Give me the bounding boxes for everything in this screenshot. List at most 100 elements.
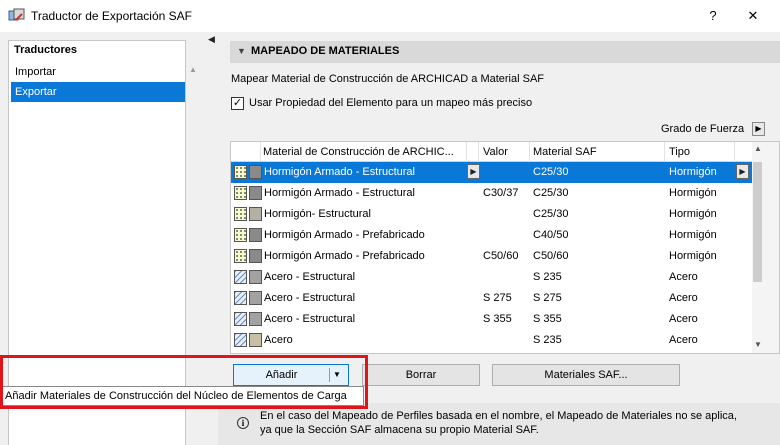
surface-color-swatch — [249, 186, 262, 200]
table-row[interactable]: Acero S 235 Acero — [231, 330, 752, 351]
cell-saf: S 235 — [533, 271, 562, 283]
cell-material: Acero — [264, 334, 293, 346]
surface-color-swatch — [249, 207, 262, 221]
info-area: i En el caso del Mapeado de Perfiles bas… — [218, 403, 780, 445]
window-title: Traductor de Exportación SAF — [31, 9, 192, 23]
cell-valor: S 355 — [483, 313, 512, 325]
cell-saf: C50/60 — [533, 250, 569, 262]
cell-valor: C30/37 — [483, 187, 519, 199]
section-title: MAPEADO DE MATERIALES — [251, 45, 400, 57]
info-line: ya que la Sección SAF almacena su propio… — [260, 424, 539, 436]
sidebar-item-importar[interactable]: Importar — [11, 62, 185, 82]
row-arrow-button[interactable]: ▶ — [736, 164, 749, 179]
cell-tipo: Hormigón — [669, 229, 717, 241]
material-mapping-table: Material de Construcción de ARCHIC... Va… — [230, 141, 780, 354]
table-row[interactable]: Hormigón Armado - Prefabricado C40/50 Horm… — [231, 225, 752, 246]
title-bar: Traductor de Exportación SAF ? ✕ — [0, 0, 780, 32]
app-icon — [8, 8, 25, 21]
element-property-checkbox[interactable]: ✓ — [231, 97, 244, 110]
surface-color-swatch — [249, 270, 262, 284]
cell-saf: C25/30 — [533, 166, 569, 178]
sidebar-item-label: Importar — [15, 66, 56, 78]
row-arrow-button[interactable]: ▶ — [467, 164, 480, 179]
cell-saf: C25/30 — [533, 208, 569, 220]
steel-hatch-icon — [234, 312, 247, 326]
help-button[interactable]: ? — [702, 6, 724, 26]
cell-saf: C40/50 — [533, 229, 569, 241]
cell-saf: S 275 — [533, 292, 562, 304]
surface-color-swatch — [249, 249, 262, 263]
surface-color-swatch — [249, 333, 262, 347]
surface-color-swatch — [249, 312, 262, 326]
cell-tipo: Acero — [669, 271, 698, 283]
info-text: En el caso del Mapeado de Perfiles basad… — [260, 409, 737, 437]
grado-fuerza-label: Grado de Fuerza — [661, 123, 745, 135]
cell-saf: S 235 — [533, 334, 562, 346]
cell-material: Hormigón Armado - Estructural — [264, 166, 415, 178]
sidebar-item-exportar[interactable]: Exportar — [11, 82, 185, 102]
cell-material: Hormigón- Estructural — [264, 208, 371, 220]
steel-hatch-icon — [234, 270, 247, 284]
cell-saf: C25/30 — [533, 187, 569, 199]
surface-color-swatch — [249, 165, 262, 179]
column-header-material[interactable]: Material de Construcción de ARCHIC... — [263, 146, 454, 158]
collapse-left-icon[interactable]: ◀ — [208, 34, 216, 44]
grado-fuerza-arrow-button[interactable]: ▶ — [752, 122, 765, 136]
table-row[interactable]: Acero - Estructural S 355 S 355 Acero — [231, 309, 752, 330]
concrete-hatch-icon — [234, 165, 247, 179]
cell-material: Acero - Estructural — [264, 292, 356, 304]
scroll-up-icon[interactable]: ▲ — [754, 144, 762, 153]
column-separator — [734, 142, 735, 162]
table-row[interactable]: Hormigón Armado - Prefabricado C50/60 C50/… — [231, 246, 752, 267]
concrete-hatch-icon — [234, 186, 247, 200]
column-separator — [466, 142, 467, 162]
cell-tipo: Hormigón — [669, 250, 717, 262]
steel-hatch-icon — [234, 291, 247, 305]
highlight-box — [0, 355, 368, 409]
saf-materials-button[interactable]: Materiales SAF... — [492, 364, 680, 386]
cell-valor: S 275 — [483, 292, 512, 304]
scroll-up-icon[interactable]: ▲ — [189, 65, 198, 74]
cell-tipo: Acero — [669, 292, 698, 304]
column-header-valor[interactable]: Valor — [483, 146, 508, 158]
expand-down-icon[interactable]: ▼ — [237, 46, 246, 56]
info-icon: i — [237, 417, 249, 429]
section-header[interactable]: ▼ MAPEADO DE MATERIALES — [230, 41, 780, 63]
cell-material: Hormigón Armado - Estructural — [264, 187, 415, 199]
close-button[interactable]: ✕ — [742, 6, 764, 26]
cell-valor: C50/60 — [483, 250, 519, 262]
translators-header: Traductores — [14, 44, 77, 56]
cell-material: Acero - Estructural — [264, 271, 356, 283]
checkbox-label: Usar Propiedad del Elemento para un mape… — [249, 97, 533, 109]
concrete-hatch-icon — [234, 249, 247, 263]
cell-material: Acero - Estructural — [264, 313, 356, 325]
cell-tipo: Acero — [669, 334, 698, 346]
column-header-tipo[interactable]: Tipo — [669, 146, 690, 158]
cell-tipo: Hormigón — [669, 166, 717, 178]
cell-material: Hormigón Armado - Prefabricado — [264, 229, 425, 241]
column-header-saf[interactable]: Material SAF — [533, 146, 597, 158]
table-row[interactable]: Hormigón Armado - Estructural C25/30 Hormi… — [231, 162, 752, 183]
cell-material: Hormigón Armado - Prefabricado — [264, 250, 425, 262]
table-row[interactable]: Acero - Estructural S 275 S 275 Acero — [231, 288, 752, 309]
table-header: Material de Construcción de ARCHIC... Va… — [231, 142, 752, 162]
scrollbar-thumb[interactable] — [753, 162, 762, 282]
surface-color-swatch — [249, 228, 262, 242]
concrete-hatch-icon — [234, 228, 247, 242]
cell-tipo: Hormigón — [669, 208, 717, 220]
delete-button[interactable]: Borrar — [362, 364, 480, 386]
surface-color-swatch — [249, 291, 262, 305]
column-separator — [478, 142, 479, 162]
table-row[interactable]: Acero - Estructural S 235 Acero — [231, 267, 752, 288]
cell-tipo: Acero — [669, 313, 698, 325]
table-row[interactable]: Hormigón Armado - Estructural C30/37 C25/3… — [231, 183, 752, 204]
column-separator — [664, 142, 665, 162]
steel-hatch-icon — [234, 333, 247, 347]
column-separator — [529, 142, 530, 162]
cell-tipo: Hormigón — [669, 187, 717, 199]
column-separator — [260, 142, 261, 162]
description-text: Mapear Material de Construcción de ARCHI… — [231, 73, 545, 85]
scroll-down-icon[interactable]: ▼ — [754, 340, 762, 349]
table-row[interactable]: Hormigón- Estructural C25/30 Hormigón — [231, 204, 752, 225]
concrete-hatch-icon — [234, 207, 247, 221]
